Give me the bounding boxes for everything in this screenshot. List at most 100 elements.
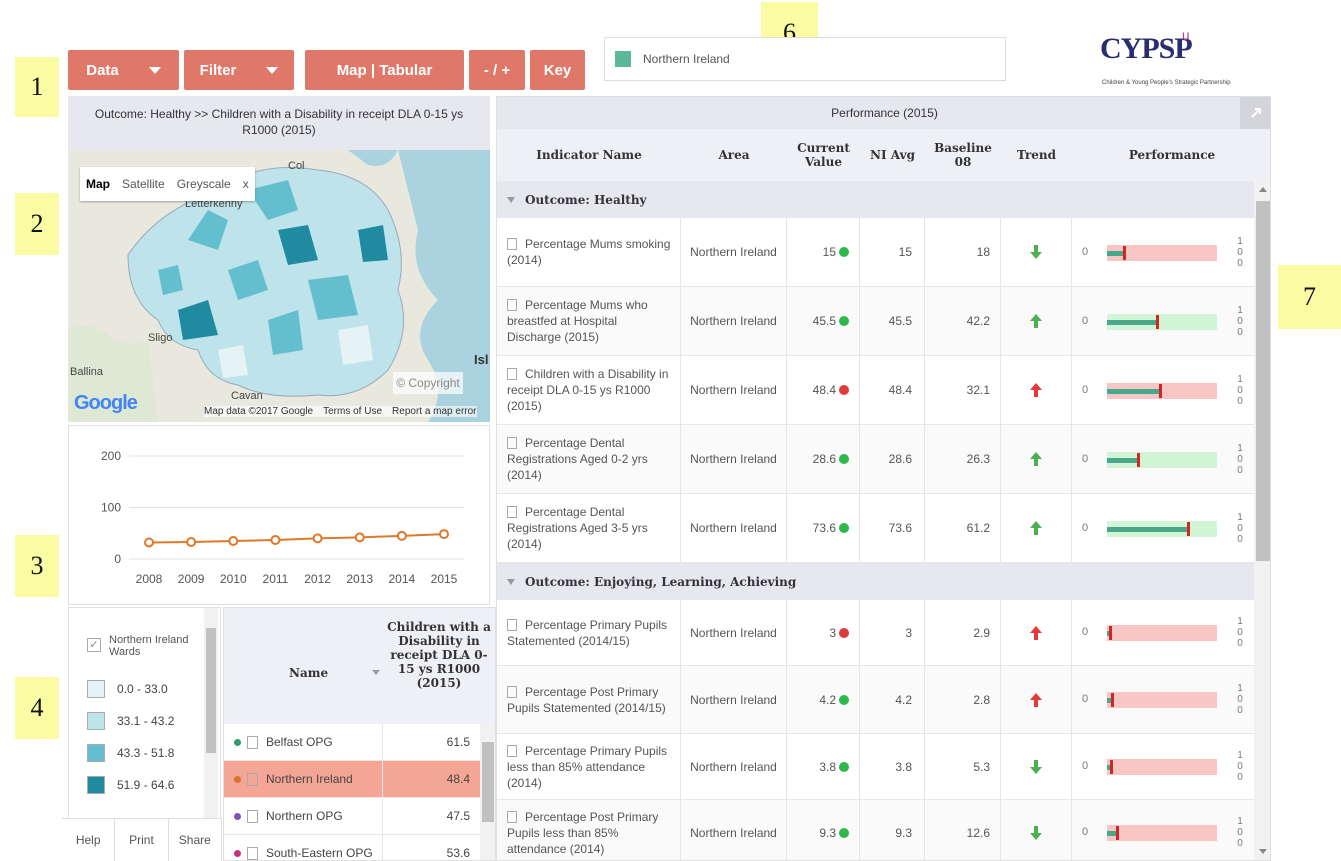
place-label-isl: Isl <box>474 352 489 367</box>
current-value: 73.6 <box>812 521 836 535</box>
table-row[interactable]: Northern OPG 47.5 <box>224 798 480 835</box>
col-value-header[interactable]: Children with a Disability in receipt DL… <box>384 620 494 690</box>
arrow-up-icon <box>1030 314 1042 328</box>
key-button[interactable]: Key <box>530 50 585 90</box>
table-row[interactable]: Northern Ireland 48.4 <box>224 761 480 798</box>
indicator-name-wrap: Percentage Dental Registrations Aged 3-5… <box>507 504 674 552</box>
scrollbar-thumb[interactable] <box>1256 201 1270 561</box>
data-point <box>144 537 154 548</box>
data-dropdown-button[interactable]: Data <box>68 50 179 90</box>
indicator-name[interactable]: Percentage Post Primary Pupils less than… <box>507 810 658 856</box>
document-icon <box>507 685 517 698</box>
indicator-row[interactable]: Children with a Disability in receipt DL… <box>497 356 1254 425</box>
indicator-row[interactable]: Percentage Post Primary Pupils less than… <box>497 800 1254 860</box>
selected-area-box[interactable]: Northern Ireland <box>604 37 1006 81</box>
layer-toggle[interactable]: ✓ Northern Ireland Wards <box>87 634 189 658</box>
map-tabular-button[interactable]: Map | Tabular <box>305 50 464 90</box>
tab-greyscale[interactable]: Greyscale <box>171 177 237 191</box>
indicator-row[interactable]: Percentage Primary Pupils less than 85% … <box>497 734 1254 800</box>
scroll-down-icon[interactable] <box>1259 849 1267 854</box>
baseline-cell: 26.3 <box>925 425 1001 493</box>
performance-band <box>1107 625 1217 641</box>
table-scrollbar[interactable] <box>480 724 495 860</box>
trend-cell <box>1001 600 1072 665</box>
col-ni-avg[interactable]: NI Avg <box>860 129 925 181</box>
table-row[interactable]: South-Eastern OPG 53.6 <box>224 835 480 860</box>
indicator-name-wrap: Percentage Primary Pupils less than 85% … <box>507 743 674 791</box>
data-point <box>354 532 365 543</box>
indicator-name[interactable]: Percentage Mums who breastfed at Hospita… <box>507 298 648 344</box>
tab-map[interactable]: Map <box>80 177 116 191</box>
table-row[interactable]: Belfast OPG 61.5 <box>224 724 480 761</box>
indicator-row[interactable]: Percentage Post Primary Pupils Statement… <box>497 666 1254 734</box>
scroll-up-icon[interactable] <box>1259 187 1267 192</box>
indicator-row[interactable]: Percentage Mums smoking (2014) Northern I… <box>497 218 1254 287</box>
status-dot <box>839 694 849 705</box>
performance-scrollbar[interactable] <box>1254 181 1270 860</box>
current-value-cell: 28.6 <box>787 425 860 493</box>
col-baseline[interactable]: Baseline 08 <box>925 129 1001 181</box>
legend-item[interactable]: 0.0 - 33.0 <box>87 680 168 698</box>
indicator-row[interactable]: Percentage Dental Registrations Aged 0-2… <box>497 425 1254 494</box>
scale-max-digit: 1 <box>1237 816 1243 827</box>
indicator-name[interactable]: Percentage Post Primary Pupils Statement… <box>507 685 666 715</box>
ni-avg-cell: 45.5 <box>860 287 925 355</box>
scale-min: 0 <box>1082 826 1089 838</box>
sort-icon[interactable] <box>372 670 380 675</box>
indicator-name[interactable]: Percentage Primary Pupils less than 85% … <box>507 744 667 790</box>
legend-item[interactable]: 43.3 - 51.8 <box>87 744 174 762</box>
scrollbar-thumb[interactable] <box>206 628 216 753</box>
print-button[interactable]: Print <box>115 819 169 861</box>
col-current-value[interactable]: Current Value <box>787 129 860 181</box>
col-performance[interactable]: Performance <box>1072 129 1270 181</box>
section-header[interactable]: Outcome: Healthy <box>497 181 1254 218</box>
performance-bar <box>1107 457 1139 463</box>
close-icon[interactable]: x <box>237 177 255 191</box>
checkbox-icon[interactable]: ✓ <box>87 638 101 652</box>
scale-max-digit: 1 <box>1237 750 1243 761</box>
trend-cell <box>1001 218 1072 286</box>
col-trend[interactable]: Trend <box>1001 129 1072 181</box>
legend-item[interactable]: 33.1 - 43.2 <box>87 712 174 730</box>
current-value-cell: 3.8 <box>787 734 860 799</box>
collapse-icon[interactable] <box>507 578 515 585</box>
performance-cell: 0100 <box>1072 287 1254 355</box>
scale-min: 0 <box>1082 383 1089 396</box>
scrollbar-thumb[interactable] <box>482 742 494 822</box>
copyright-badge[interactable]: © Copyright <box>393 372 463 394</box>
indicator-row[interactable]: Percentage Dental Registrations Aged 3-5… <box>497 494 1254 563</box>
status-dot <box>839 523 849 533</box>
area-data-table: Name Children with a Disability in recei… <box>223 607 496 861</box>
arrow-down-icon <box>1030 245 1042 259</box>
col-name-header[interactable]: Name <box>289 666 328 680</box>
indicator-name[interactable]: Percentage Dental Registrations Aged 3-5… <box>507 505 648 551</box>
indicator-name[interactable]: Percentage Primary Pupils Statemented (2… <box>507 618 667 648</box>
outcome-header: Outcome: Healthy >> Children with a Disa… <box>68 96 490 150</box>
tab-satellite[interactable]: Satellite <box>116 177 171 191</box>
zoom-button[interactable]: - / + <box>469 50 525 90</box>
report-error-link[interactable]: Report a map error <box>392 406 476 417</box>
arrow-down-icon <box>1030 759 1042 774</box>
arrow-stem <box>1034 459 1038 466</box>
expand-icon[interactable] <box>1240 97 1270 129</box>
indicator-row[interactable]: Percentage Primary Pupils Statemented (2… <box>497 600 1254 666</box>
legend-item[interactable]: 51.9 - 64.6 <box>87 776 174 794</box>
filter-dropdown-button[interactable]: Filter <box>184 50 294 90</box>
ni-avg-cell: 9.3 <box>860 800 925 860</box>
terms-link[interactable]: Terms of Use <box>323 406 382 417</box>
document-icon <box>507 810 517 823</box>
map-attribution: Map data ©2017 Google Terms of Use Repor… <box>204 406 477 417</box>
legend-scrollbar[interactable] <box>204 608 218 818</box>
col-area[interactable]: Area <box>681 129 787 181</box>
section-header[interactable]: Outcome: Enjoying, Learning, Achieving <box>497 563 1254 600</box>
collapse-icon[interactable] <box>507 196 515 203</box>
indicator-row[interactable]: Percentage Mums who breastfed at Hospita… <box>497 287 1254 356</box>
indicator-name[interactable]: Children with a Disability in receipt DL… <box>507 367 668 413</box>
cell-divider <box>382 798 383 834</box>
help-button[interactable]: Help <box>62 819 116 861</box>
document-icon <box>507 368 517 380</box>
indicator-name[interactable]: Percentage Dental Registrations Aged 0-2… <box>507 436 648 482</box>
indicator-name[interactable]: Percentage Mums smoking (2014) <box>507 237 670 267</box>
col-indicator-name[interactable]: Indicator Name <box>497 129 681 181</box>
share-button[interactable]: Share <box>169 819 222 861</box>
